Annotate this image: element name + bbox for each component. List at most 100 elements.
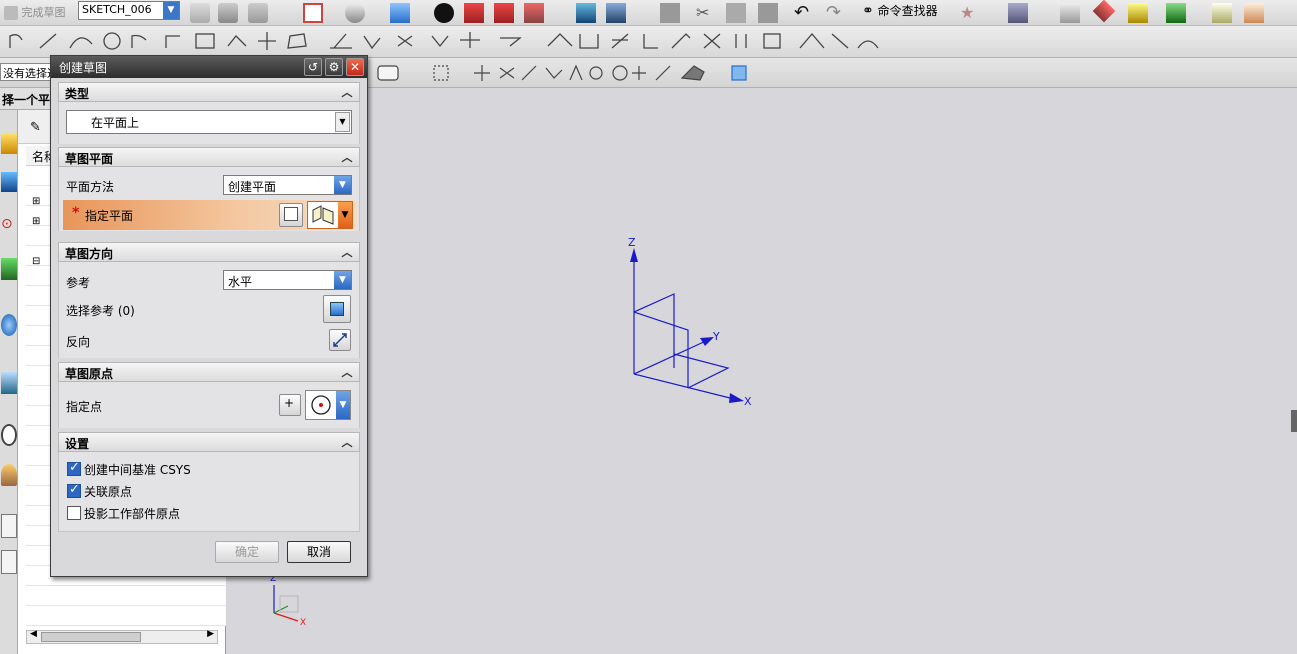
selection-icons — [377, 64, 747, 81]
collapse-icon[interactable]: ︿ — [339, 244, 355, 260]
paste-icon[interactable] — [758, 3, 778, 23]
clock-icon[interactable] — [1, 424, 17, 446]
history-icon[interactable] — [1, 372, 17, 394]
arc-icon — [69, 37, 93, 49]
section-type-header[interactable]: 类型 ︿ — [58, 82, 360, 102]
measure-icon[interactable] — [1212, 3, 1232, 23]
part-navigator-icon[interactable]: ⊙ — [1, 216, 17, 234]
select-reference-button[interactable] — [323, 295, 351, 323]
command-finder-button[interactable]: ⚭ 命令查找器 — [862, 2, 938, 19]
type-select[interactable]: 在平面上 ▼ — [66, 110, 352, 134]
collapse-icon[interactable]: ︿ — [339, 149, 355, 165]
associative-origin-checkbox[interactable] — [67, 482, 81, 498]
view-cube-icon[interactable] — [390, 3, 410, 23]
sketch-settings-icon[interactable] — [218, 3, 238, 23]
collapse-icon[interactable]: ⊟ — [32, 256, 40, 267]
orient-icon[interactable] — [606, 3, 626, 23]
sketch-name-select[interactable]: SKETCH_006 ▼ — [78, 1, 180, 20]
section-orientation-header[interactable]: 草图方向 ︿ — [58, 242, 360, 262]
tools-icon[interactable] — [1128, 3, 1148, 23]
finish-sketch-button[interactable]: 完成草图 — [4, 4, 66, 20]
move-icon[interactable] — [576, 3, 596, 23]
relations-icon — [857, 40, 879, 49]
web-browser-icon[interactable] — [1, 314, 17, 336]
analysis-icon[interactable] — [1092, 0, 1116, 23]
chevron-down-icon: ▼ — [338, 202, 352, 228]
dialog-title-bar[interactable]: 创建草图 ↺ ⚙ ✕ — [51, 56, 367, 78]
pin-icon[interactable]: ✎ — [30, 120, 41, 135]
solid-icon — [731, 65, 747, 81]
select-filter-icon[interactable] — [303, 3, 323, 23]
create-csys-checkbox[interactable] — [67, 460, 81, 476]
assembly-icon[interactable] — [1166, 3, 1186, 23]
assembly-navigator-icon[interactable] — [1, 134, 17, 154]
section-settings-title: 设置 — [65, 437, 90, 451]
cube-red-2-icon[interactable] — [494, 3, 514, 23]
palette-icon[interactable] — [1, 550, 17, 574]
quick-extend-icon — [431, 35, 449, 48]
scroll-right-icon[interactable]: ▶ — [207, 629, 214, 639]
geometric-constraint-icon — [547, 33, 573, 47]
layer-icon[interactable] — [1008, 3, 1028, 23]
reverse-direction-button[interactable] — [329, 329, 351, 351]
section-settings-header[interactable]: 设置 ︿ — [58, 432, 360, 452]
chevron-down-icon: ▼ — [334, 176, 351, 194]
plane-method-select[interactable]: 创建平面 ▼ — [223, 175, 352, 195]
section-orientation-title: 草图方向 — [65, 247, 114, 261]
information-icon[interactable] — [1060, 3, 1080, 23]
section-plane-header[interactable]: 草图平面 ︿ — [58, 147, 360, 167]
star-icon[interactable]: ★ — [960, 3, 980, 23]
section-origin-title: 草图原点 — [65, 367, 114, 381]
point-dialog-button[interactable]: + — [279, 394, 301, 416]
point-icon — [258, 32, 276, 50]
status-prompt: 择一个平 — [2, 93, 51, 107]
system-materials-icon[interactable] — [1, 514, 17, 538]
ok-button[interactable]: 确定 — [215, 541, 279, 563]
cube-red-3-icon[interactable] — [524, 3, 544, 23]
z-arrow-head — [630, 248, 638, 262]
cube-red-icon[interactable] — [464, 3, 484, 23]
close-icon[interactable]: ✕ — [346, 58, 364, 76]
render-style-icon[interactable] — [434, 3, 454, 23]
plane-dialog-icon[interactable] — [279, 203, 303, 227]
undo-icon[interactable]: ↶ — [794, 2, 814, 23]
horizontal-scrollbar[interactable]: ◀ ▶ — [26, 629, 218, 644]
reuse-library-icon[interactable] — [1, 258, 17, 280]
specify-plane-row[interactable]: * 指定平面 ▼ — [63, 200, 357, 230]
cancel-button[interactable]: 取消 — [287, 541, 351, 563]
viewport-edge-handle[interactable] — [1291, 410, 1297, 432]
reset-icon[interactable]: ↺ — [304, 58, 322, 76]
expand-icon[interactable]: ⊞ — [32, 216, 40, 227]
expand-icon[interactable]: ⊞ — [32, 196, 40, 207]
roles-icon[interactable] — [1, 464, 17, 486]
project-work-origin-checkbox[interactable] — [67, 506, 81, 520]
collapse-icon[interactable]: ︿ — [339, 364, 355, 380]
collapse-icon[interactable]: ︿ — [339, 84, 355, 100]
scroll-left-icon[interactable]: ◀ — [30, 629, 37, 639]
x-arrow-head — [729, 393, 744, 403]
ruler-icon[interactable] — [1244, 3, 1264, 23]
move-point-icon — [474, 65, 490, 81]
constraint-icon — [500, 37, 522, 47]
plane-type-dropdown[interactable]: ▼ — [307, 201, 353, 229]
section-origin-header[interactable]: 草图原点 ︿ — [58, 362, 360, 382]
line-icon — [39, 33, 57, 49]
save-icon[interactable] — [660, 3, 680, 23]
sketch-tools-icon[interactable] — [190, 3, 210, 23]
point-type-dropdown[interactable]: ▼ — [305, 390, 351, 420]
polygon-icon — [287, 33, 307, 49]
graphics-window[interactable]: Z Y X Z X — [226, 88, 1297, 654]
cut-icon[interactable]: ✂ — [696, 3, 716, 23]
redo-icon[interactable]: ↷ — [826, 2, 846, 23]
type-filter-select[interactable]: 没有选择过 — [0, 63, 52, 81]
gear-icon[interactable]: ⚙ — [325, 58, 343, 76]
section-settings-body: 创建中间基准 CSYS 关联原点 投影工作部件原点 — [58, 452, 360, 532]
collapse-icon[interactable]: ︿ — [339, 434, 355, 450]
reference-select[interactable]: 水平 ▼ — [223, 270, 352, 290]
constraint-navigator-icon[interactable] — [1, 172, 17, 192]
copy-icon[interactable] — [726, 3, 746, 23]
snap-icon[interactable] — [345, 3, 365, 23]
inferred-constraints-icon — [831, 33, 849, 49]
scrollbar-thumb[interactable] — [41, 632, 141, 642]
view-sketch-icon[interactable] — [248, 3, 268, 23]
